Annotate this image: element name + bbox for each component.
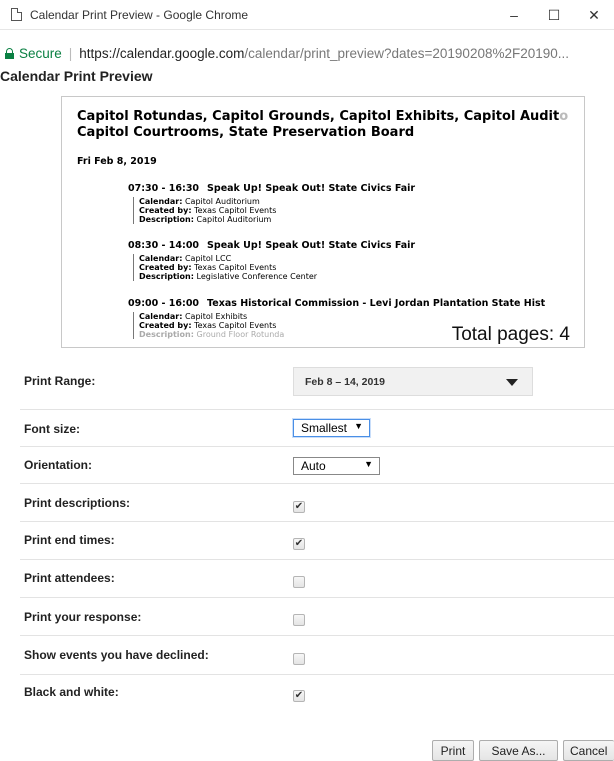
event-name: Texas Historical Commission - Levi Jorda… — [207, 298, 546, 309]
print-range-select[interactable]: Feb 8 – 14, 2019 — [293, 367, 533, 396]
address-separator: | — [68, 45, 73, 61]
print-button[interactable]: Print — [432, 740, 474, 761]
print-descriptions-checkbox[interactable]: ✔ — [293, 501, 305, 513]
black-white-row: Black and white: ✔ — [20, 675, 614, 711]
print-attendees-row: Print attendees: — [20, 560, 614, 598]
dropdown-arrow-icon — [506, 379, 518, 386]
event-time: 08:30 - 14:00 — [128, 240, 200, 251]
address-bar[interactable]: Secure | https://calendar.google.com/cal… — [0, 40, 614, 66]
print-range-value: Feb 8 – 14, 2019 — [305, 376, 385, 388]
show-declined-checkbox[interactable] — [293, 653, 305, 665]
maximize-button[interactable]: ☐ — [534, 0, 574, 30]
url-path: /calendar/print_preview?dates=20190208%2… — [244, 45, 570, 61]
event-calendar-label: Calendar: — [139, 312, 183, 321]
event-created: Texas Capitol Events — [194, 321, 277, 330]
print-response-checkbox[interactable] — [293, 614, 305, 626]
chevron-down-icon: ▼ — [364, 459, 373, 469]
show-declined-row: Show events you have declined: — [20, 636, 614, 675]
print-attendees-label: Print attendees: — [24, 571, 115, 585]
font-size-value: Smallest — [301, 421, 348, 435]
event-calendar-label: Calendar: — [139, 197, 183, 206]
event-desc: Ground Floor Rotunda — [196, 330, 285, 339]
page-icon — [11, 8, 22, 21]
print-preview-pane[interactable]: Capitol Rotundas, Capitol Grounds, Capit… — [61, 96, 585, 348]
dialog-title: Calendar Print Preview — [0, 68, 153, 84]
url-host: https://calendar.google.com — [79, 45, 245, 61]
cancel-button[interactable]: Cancel — [563, 740, 614, 761]
event-name: Speak Up! Speak Out! State Civics Fair — [207, 183, 416, 194]
save-as-button[interactable]: Save As... — [479, 740, 558, 761]
font-size-label: Font size: — [24, 422, 80, 436]
event-created: Texas Capitol Events — [194, 206, 277, 215]
preview-title-line1-fade: o — [559, 109, 569, 124]
event-desc-label: Description: — [139, 272, 194, 281]
print-descriptions-label: Print descriptions: — [24, 496, 131, 510]
event-desc: Capitol Auditorium — [196, 215, 272, 224]
event-created-label: Created by: — [139, 321, 192, 330]
event-time: 07:30 - 16:30 — [128, 183, 200, 194]
print-response-row: Print your response: — [20, 598, 614, 636]
close-button[interactable]: ✕ — [574, 0, 614, 30]
orientation-value: Auto — [301, 459, 326, 473]
lock-icon — [5, 47, 14, 59]
orientation-select[interactable]: Auto ▼ — [293, 457, 380, 475]
secure-label: Secure — [19, 45, 62, 61]
event-calendar-label: Calendar: — [139, 254, 183, 263]
event-time: 09:00 - 16:00 — [128, 298, 200, 309]
chevron-down-icon: ▼ — [354, 421, 363, 431]
preview-date: Fri Feb 8, 2019 — [77, 156, 157, 167]
event-desc-label: Description: — [139, 330, 194, 339]
event-created: Texas Capitol Events — [194, 263, 277, 272]
black-white-label: Black and white: — [24, 685, 119, 699]
print-range-label: Print Range: — [24, 374, 96, 388]
print-end-times-label: Print end times: — [24, 533, 115, 547]
event-calendar: Capitol Exhibits — [184, 312, 248, 321]
preview-title: Capitol Rotundas, Capitol Grounds, Capit… — [77, 109, 582, 141]
print-response-label: Print your response: — [24, 610, 142, 624]
event-desc-label: Description: — [139, 215, 194, 224]
print-end-times-checkbox[interactable]: ✔ — [293, 538, 305, 550]
preview-event: 07:30 - 16:30 Speak Up! Speak Out! State … — [128, 183, 583, 224]
print-descriptions-row: Print descriptions: ✔ — [20, 484, 614, 522]
event-name: Speak Up! Speak Out! State Civics Fair — [207, 240, 416, 251]
total-pages: Total pages: 4 — [451, 324, 570, 346]
black-white-checkbox[interactable]: ✔ — [293, 690, 305, 702]
preview-title-line1: Capitol Rotundas, Capitol Grounds, Capit… — [77, 109, 560, 124]
event-calendar: Capitol LCC — [184, 254, 232, 263]
print-end-times-row: Print end times: ✔ — [20, 522, 614, 560]
orientation-label: Orientation: — [24, 458, 92, 472]
event-created-label: Created by: — [139, 263, 192, 272]
event-desc: Legislative Conference Center — [196, 272, 318, 281]
preview-event: 08:30 - 14:00 Speak Up! Speak Out! State … — [128, 240, 583, 281]
event-calendar: Capitol Auditorium — [184, 197, 260, 206]
orientation-row: Orientation: Auto ▼ — [20, 447, 614, 484]
event-created-label: Created by: — [139, 206, 192, 215]
minimize-button[interactable]: – — [494, 0, 534, 30]
window-title: Calendar Print Preview - Google Chrome — [30, 7, 249, 22]
preview-title-line2: Capitol Courtrooms, State Preservation B… — [77, 125, 415, 140]
print-range-row: Print Range: Feb 8 – 14, 2019 — [20, 362, 614, 410]
font-size-row: Font size: Smallest ▼ — [20, 410, 614, 447]
window-title-bar: Calendar Print Preview - Google Chrome –… — [0, 0, 614, 30]
show-declined-label: Show events you have declined: — [24, 648, 209, 662]
print-attendees-checkbox[interactable] — [293, 576, 305, 588]
font-size-select[interactable]: Smallest ▼ — [293, 419, 370, 437]
